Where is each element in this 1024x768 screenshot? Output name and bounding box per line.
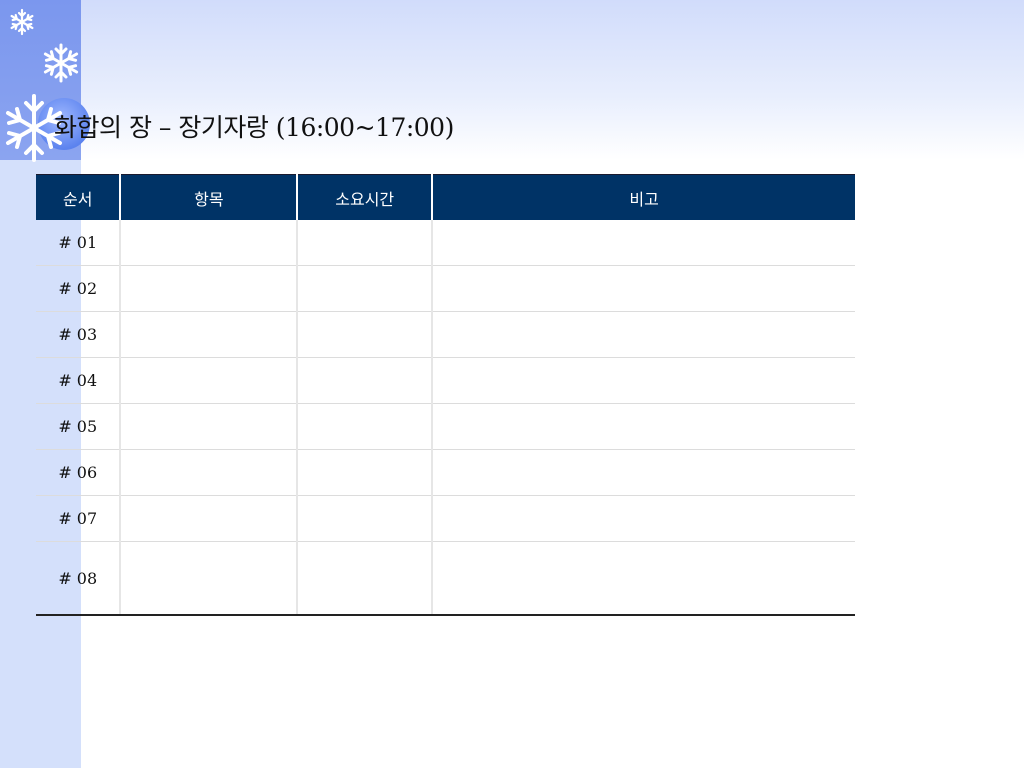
note-cell[interactable] (432, 403, 855, 450)
table-row: # 03 (36, 311, 855, 358)
order-cell: # 02 (36, 265, 122, 312)
table-row: # 04 (36, 357, 855, 404)
order-cell: # 07 (36, 495, 122, 542)
item-cell[interactable] (120, 541, 299, 616)
note-cell[interactable] (432, 357, 855, 404)
note-cell[interactable] (432, 541, 855, 616)
table-row: # 07 (36, 495, 855, 542)
table-row: # 01 (36, 220, 855, 266)
snowflake-icon (10, 8, 34, 36)
column-header-item: 항목 (120, 174, 299, 220)
table-row: # 06 (36, 449, 855, 496)
note-cell[interactable] (432, 495, 855, 542)
page-title: 화합의 장 – 장기자랑 (16:00~17:00) (54, 113, 454, 142)
duration-cell[interactable] (297, 265, 434, 312)
table-header-row: 순서 항목 소요시간 비고 (36, 174, 855, 220)
item-cell[interactable] (120, 449, 299, 496)
schedule-table: 순서 항목 소요시간 비고 # 01 # 02 # 03 # 04 # 05 #… (36, 174, 855, 616)
duration-cell[interactable] (297, 357, 434, 404)
duration-cell[interactable] (297, 403, 434, 450)
order-cell: # 01 (36, 220, 122, 266)
table-row: # 02 (36, 265, 855, 312)
duration-cell[interactable] (297, 495, 434, 542)
table-row: # 05 (36, 403, 855, 450)
duration-cell[interactable] (297, 311, 434, 358)
column-header-duration: 소요시간 (297, 174, 434, 220)
column-header-note: 비고 (432, 174, 855, 220)
duration-cell[interactable] (297, 449, 434, 496)
item-cell[interactable] (120, 220, 299, 266)
order-cell: # 03 (36, 311, 122, 358)
order-cell: # 06 (36, 449, 122, 496)
note-cell[interactable] (432, 265, 855, 312)
item-cell[interactable] (120, 311, 299, 358)
snowflake-icon (43, 43, 79, 83)
item-cell[interactable] (120, 495, 299, 542)
order-cell: # 04 (36, 357, 122, 404)
duration-cell[interactable] (297, 220, 434, 266)
item-cell[interactable] (120, 265, 299, 312)
order-cell: # 05 (36, 403, 122, 450)
order-cell: # 08 (36, 541, 122, 616)
table-row: # 08 (36, 541, 855, 616)
column-header-order: 순서 (36, 174, 122, 220)
note-cell[interactable] (432, 449, 855, 496)
note-cell[interactable] (432, 220, 855, 266)
note-cell[interactable] (432, 311, 855, 358)
item-cell[interactable] (120, 357, 299, 404)
duration-cell[interactable] (297, 541, 434, 616)
item-cell[interactable] (120, 403, 299, 450)
